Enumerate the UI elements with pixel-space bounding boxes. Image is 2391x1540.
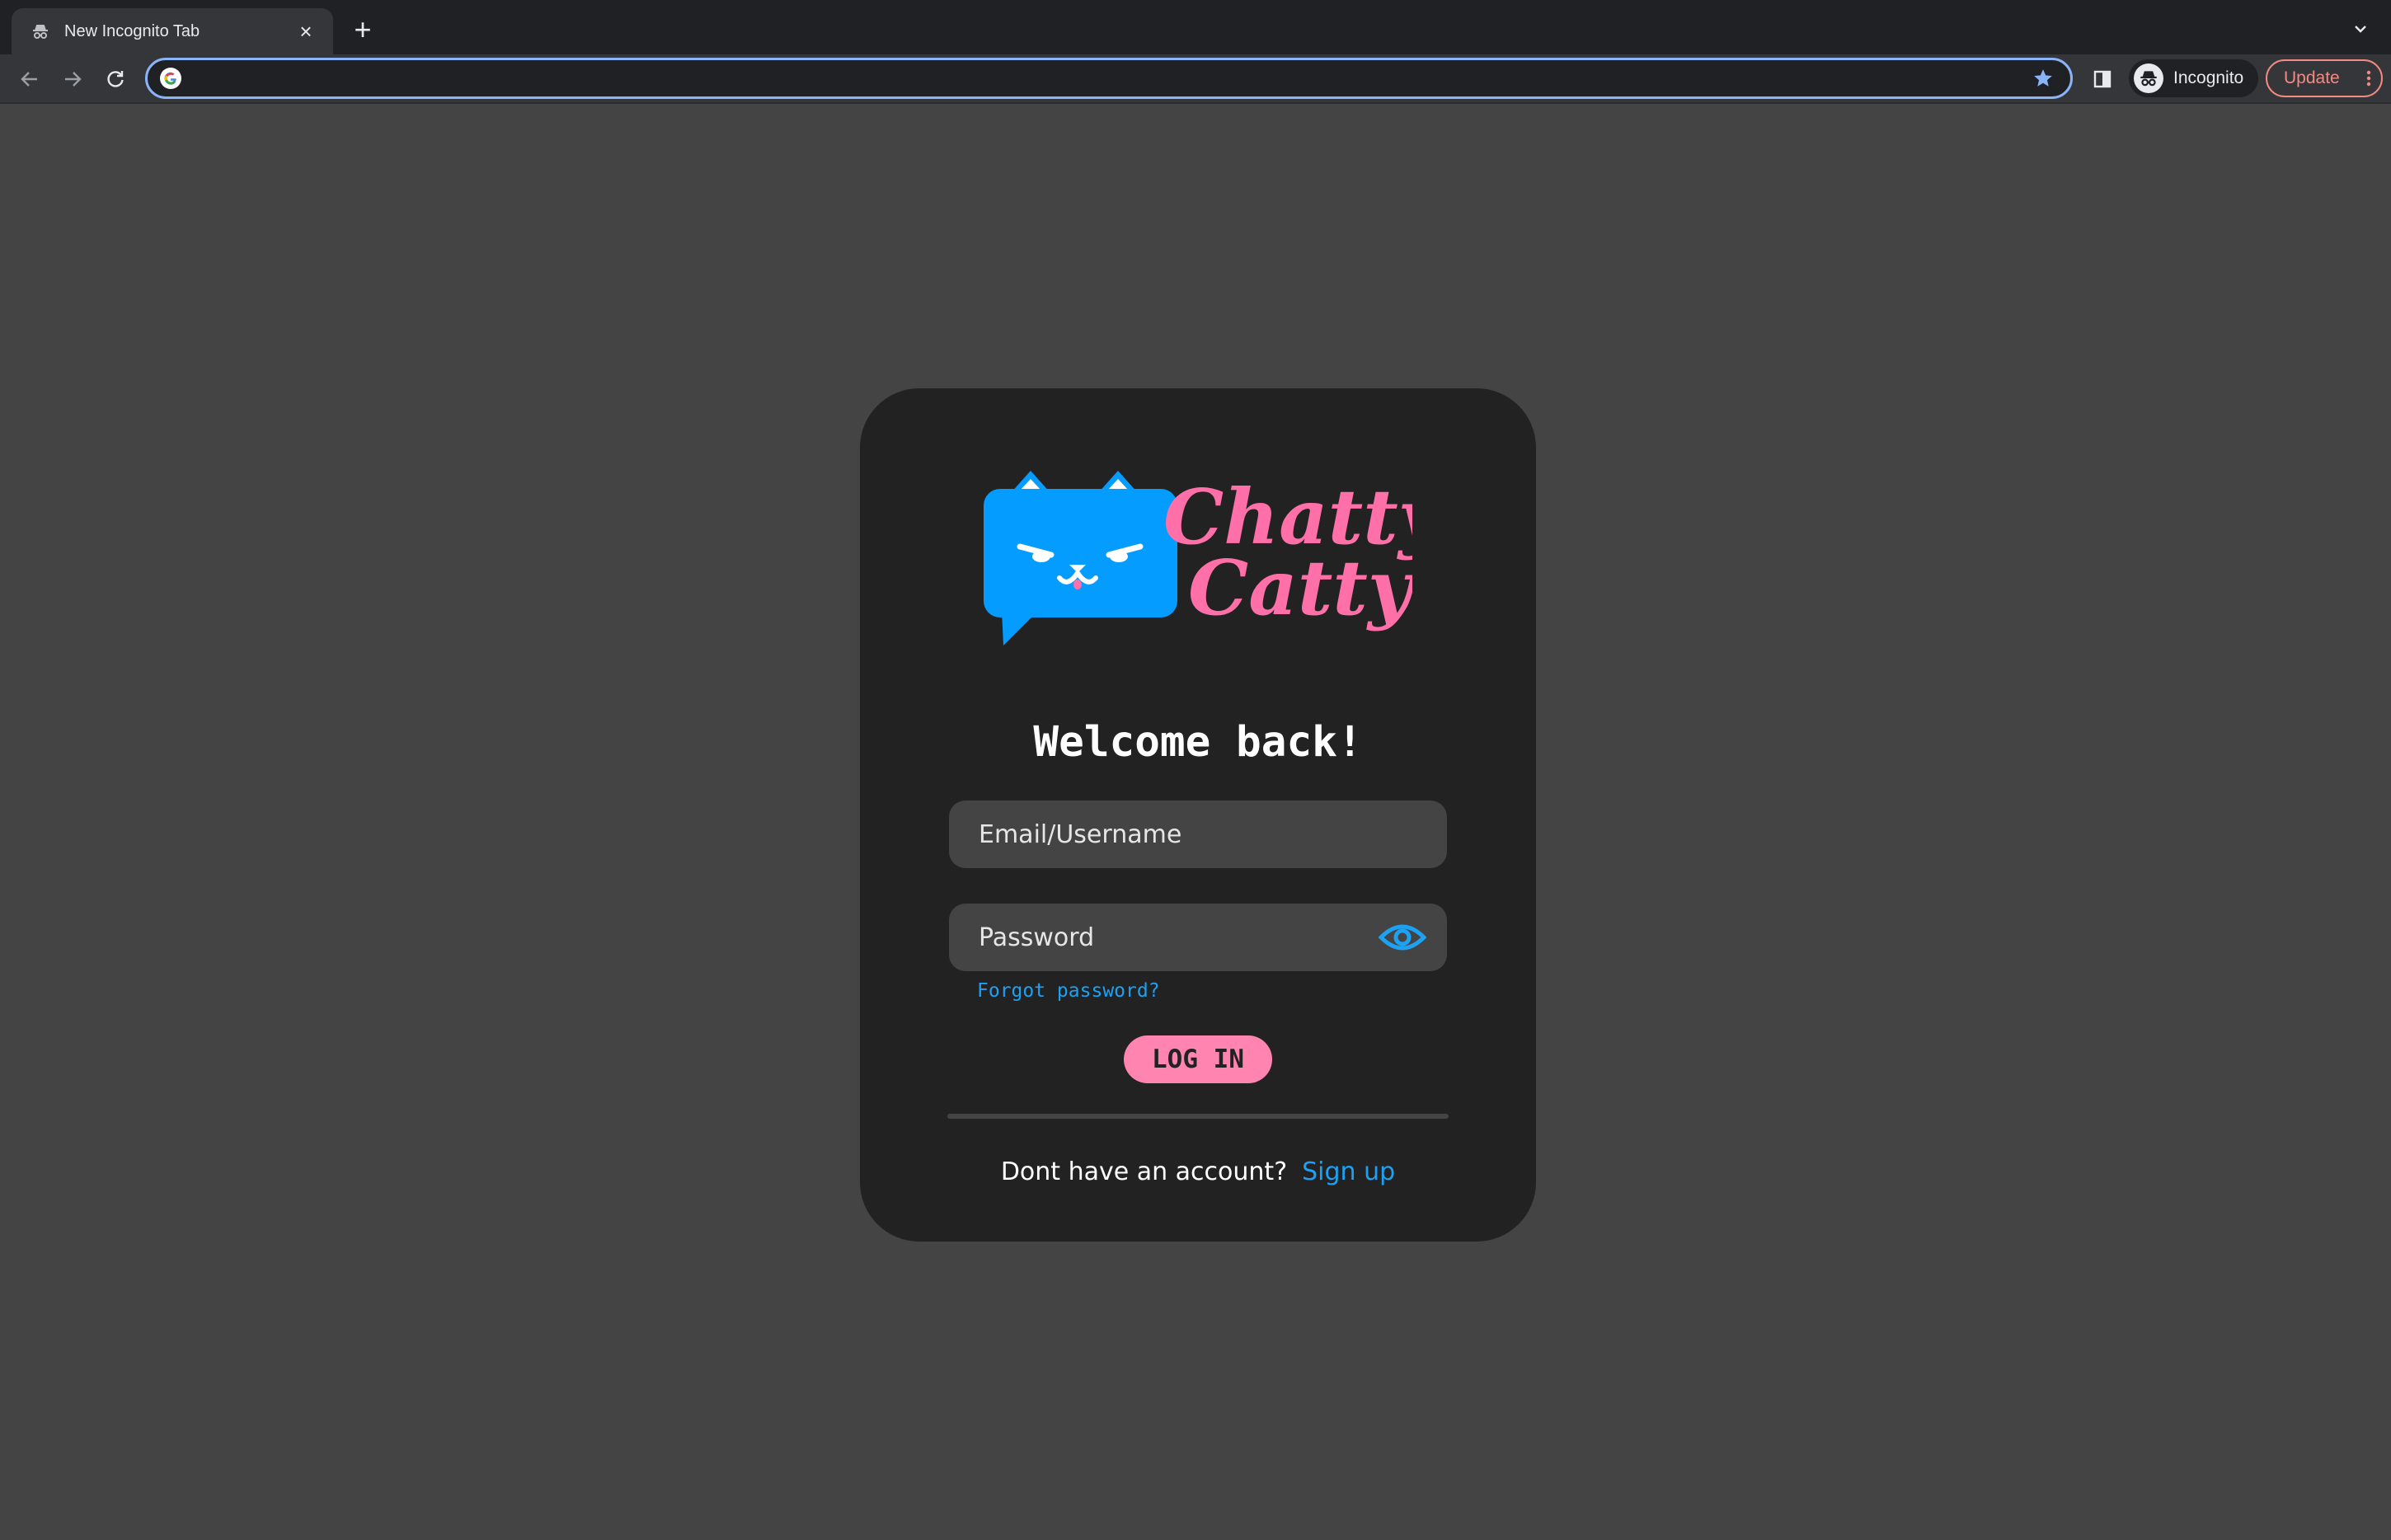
plus-icon[interactable]: +: [346, 13, 379, 46]
google-icon: [159, 67, 182, 90]
tab-strip: New Incognito Tab × +: [0, 0, 2391, 54]
email-field[interactable]: [949, 801, 1447, 868]
incognito-icon: [2134, 63, 2163, 93]
kebab-menu-icon[interactable]: [2356, 68, 2381, 88]
address-input[interactable]: [194, 67, 2031, 90]
forgot-password-link[interactable]: Forgot password?: [977, 980, 1160, 1002]
profile-incognito-button[interactable]: Incognito: [2129, 59, 2259, 97]
incognito-icon: [30, 21, 51, 42]
cat-chat-icon: [984, 471, 1177, 646]
login-button[interactable]: LOG IN: [1124, 1035, 1272, 1083]
reload-icon[interactable]: [99, 63, 132, 96]
eye-icon[interactable]: [1378, 921, 1427, 954]
signup-row: Dont have an account? Sign up: [860, 1157, 1536, 1186]
close-icon[interactable]: ×: [294, 19, 318, 44]
update-button[interactable]: Update: [2266, 59, 2383, 97]
browser-toolbar: Incognito Update: [0, 54, 2391, 104]
chatty-catty-logo: Chatty Catty: [984, 471, 1412, 646]
back-arrow-icon[interactable]: [13, 63, 46, 96]
chevron-down-icon[interactable]: [2346, 15, 2375, 43]
password-input[interactable]: [977, 922, 1378, 953]
email-input[interactable]: [977, 819, 1419, 850]
login-card: Chatty Catty Welcome back! Forgot passwo…: [860, 388, 1536, 1242]
divider: [947, 1114, 1449, 1119]
tab-new-incognito[interactable]: New Incognito Tab ×: [12, 8, 333, 54]
tab-title: New Incognito Tab: [64, 21, 200, 40]
page-title: Welcome back!: [1033, 718, 1363, 767]
signup-link[interactable]: Sign up: [1302, 1157, 1395, 1186]
password-field[interactable]: [949, 904, 1447, 971]
update-label: Update: [2284, 68, 2340, 87]
star-icon[interactable]: [2031, 66, 2055, 91]
page-viewport: Chatty Catty Welcome back! Forgot passwo…: [0, 104, 2391, 1540]
brand-text-catty: Catty: [1188, 543, 1412, 632]
profile-label: Incognito: [2173, 68, 2244, 87]
side-panel-icon[interactable]: [2086, 63, 2119, 96]
signup-prompt: Dont have an account?: [1000, 1157, 1288, 1186]
forward-arrow-icon[interactable]: [56, 63, 89, 96]
address-bar[interactable]: [145, 58, 2073, 99]
